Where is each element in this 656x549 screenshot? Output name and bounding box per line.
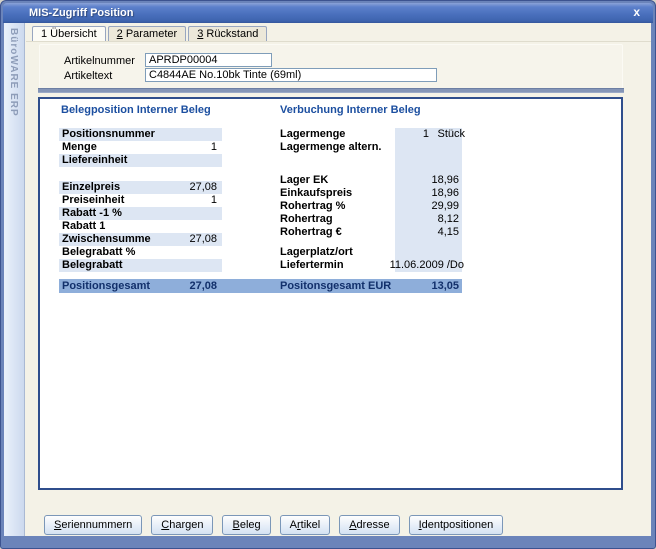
right-section-title: Verbuchung Interner Beleg (280, 104, 421, 116)
content-area: 1 Übersicht 2 Parameter 3 Rückstand Arti… (26, 23, 651, 536)
row-label: Liefereinheit (62, 154, 127, 167)
left-section-title: Belegposition Interner Beleg (61, 104, 211, 116)
row-value: 1 (211, 194, 217, 207)
tab-bar: 1 Übersicht 2 Parameter 3 Rückstand (32, 26, 267, 41)
row-value: 27,08 (189, 233, 217, 246)
row-label: Belegrabatt % (62, 246, 135, 259)
artikeltext-label: Artikeltext (64, 69, 112, 83)
row-zwischensumme: Zwischensumme 27,08 (59, 233, 222, 246)
row-value: 11.06.2009 /Do (390, 259, 464, 272)
row-rohertrag-eur: Rohertrag € 4,15 (280, 226, 462, 239)
button-label: A (290, 519, 297, 531)
row-menge: Menge 1 (59, 141, 222, 154)
row-label: Lagermenge altern. (280, 141, 381, 154)
row-belegrabatt: Belegrabatt (59, 259, 222, 272)
row-label: Rohertrag € (280, 226, 342, 239)
separator-bar (38, 88, 624, 93)
artikeltext-input[interactable] (145, 68, 437, 82)
button-label-rest: eleg (240, 519, 261, 531)
row-label: Zwischensumme (62, 233, 151, 246)
row-label: Lagermenge (280, 128, 345, 141)
position-total-bar: Positionsgesamt 27,08 Positonsgesamt EUR… (59, 279, 462, 293)
artikel-button[interactable]: Artikel (280, 515, 331, 535)
row-belegrabatt-prozent: Belegrabatt % (59, 246, 222, 259)
row-label: Menge (62, 141, 97, 154)
identpositionen-button[interactable]: Identpositionen (409, 515, 504, 535)
row-positionsnummer: Positionsnummer (59, 128, 222, 141)
tab-label-rest: Rückstand (203, 28, 258, 40)
close-icon[interactable]: x (633, 5, 640, 19)
row-label: Belegrabatt (62, 259, 123, 272)
row-liefereinheit: Liefereinheit (59, 154, 222, 167)
row-label: Liefertermin (280, 259, 344, 272)
row-lagermenge: Lagermenge 1 Stück (280, 128, 462, 141)
row-liefertermin: Liefertermin 11.06.2009 /Do (280, 259, 462, 272)
position-detail-panel: Belegposition Interner Beleg Verbuchung … (38, 97, 623, 490)
row-lagerplatz-ort: Lagerplatz/ort (280, 246, 462, 259)
row-rabatt-1: Rabatt 1 (59, 220, 222, 233)
tab-label: 1 Übersicht (41, 28, 97, 40)
row-value: 29,99 (431, 200, 459, 213)
titlebar[interactable]: MIS-Zugriff Position x (3, 3, 653, 23)
row-value: 1 (211, 141, 217, 154)
brand-strip: BüroWARE ERP (4, 23, 25, 536)
row-label: Rohertrag % (280, 200, 345, 213)
row-value: 18,96 (431, 174, 459, 187)
row-label: Einkaufspreis (280, 187, 352, 200)
row-lagermenge-altern: Lagermenge altern. (280, 141, 462, 154)
seriennummern-button[interactable]: Seriennummern (44, 515, 142, 535)
total-right-label: Positonsgesamt EUR (280, 279, 391, 293)
row-label: Rohertrag (280, 213, 333, 226)
total-left-value: 27,08 (59, 279, 217, 293)
row-label: Rabatt 1 (62, 220, 105, 233)
tab-parameter[interactable]: 2 Parameter (108, 26, 187, 41)
right-rows: Lagermenge 1 Stück Lagermenge altern. Lage… (280, 128, 462, 272)
button-label-rest: hargen (169, 519, 203, 531)
row-spacer (280, 154, 462, 174)
row-preiseinheit: Preiseinheit 1 (59, 194, 222, 207)
row-lager-ek: Lager EK 18,96 (280, 174, 462, 187)
row-value: 27,08 (189, 181, 217, 194)
row-label: Positionsnummer (62, 128, 155, 141)
button-mnemonic: A (349, 519, 356, 531)
row-unit: Stück (437, 128, 465, 141)
row-value: 1 (423, 128, 429, 141)
row-label: Rabatt -1 % (62, 207, 122, 220)
row-rohertrag: Rohertrag 8,12 (280, 213, 462, 226)
tab-uebersicht[interactable]: 1 Übersicht (32, 26, 106, 41)
beleg-button[interactable]: Beleg (222, 515, 270, 535)
tab-rueckstand[interactable]: 3 Rückstand (188, 26, 267, 41)
row-value: 4,15 (438, 226, 459, 239)
window-title: MIS-Zugriff Position (29, 7, 133, 19)
tab-baseline (26, 41, 651, 42)
row-label: Lager EK (280, 174, 328, 187)
row-spacer (280, 239, 462, 246)
brand-label: BüroWARE ERP (8, 28, 19, 117)
button-label-rest: dresse (357, 519, 390, 531)
dialog-window: MIS-Zugriff Position x BüroWARE ERP 1 Üb… (0, 0, 656, 549)
row-value: 8,12 (438, 213, 459, 226)
row-rohertrag-prozent: Rohertrag % 29,99 (280, 200, 462, 213)
row-spacer (59, 167, 222, 181)
button-label-rest: eriennummern (61, 519, 132, 531)
artikelnummer-input[interactable] (145, 53, 272, 67)
left-rows: Positionsnummer Menge 1 Liefereinheit Ein… (59, 128, 222, 272)
row-rabatt-1-prozent: Rabatt -1 % (59, 207, 222, 220)
row-einkaufspreis: Einkaufspreis 18,96 (280, 187, 462, 200)
button-label-rest: dentpositionen (422, 519, 494, 531)
button-row: Seriennummern Chargen Beleg Artikel Adre… (44, 515, 503, 535)
button-label-rest: tikel (301, 519, 321, 531)
row-value: 18,96 (431, 187, 459, 200)
row-label: Lagerplatz/ort (280, 246, 353, 259)
button-mnemonic: B (232, 519, 239, 531)
artikelnummer-label: Artikelnummer (64, 54, 135, 68)
row-label: Preiseinheit (62, 194, 124, 207)
row-einzelpreis: Einzelpreis 27,08 (59, 181, 222, 194)
total-right-value: 13,05 (431, 279, 459, 293)
chargen-button[interactable]: Chargen (151, 515, 213, 535)
tab-label-rest: Parameter (123, 28, 177, 40)
client-area: BüroWARE ERP 1 Übersicht 2 Parameter 3 R… (4, 23, 651, 536)
adresse-button[interactable]: Adresse (339, 515, 399, 535)
row-label: Einzelpreis (62, 181, 120, 194)
